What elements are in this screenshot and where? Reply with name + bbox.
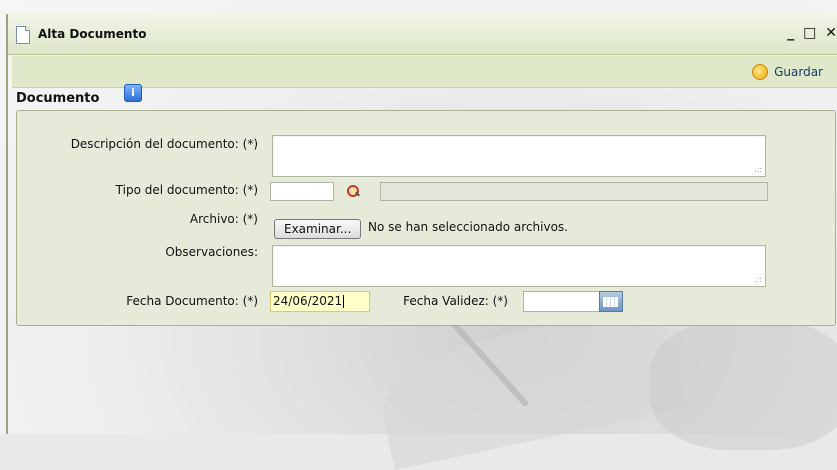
document-icon <box>16 26 30 44</box>
archivo-label: Archivo: (*) <box>189 212 258 226</box>
close-button[interactable]: ✕ <box>825 25 837 41</box>
window-controls: _ □ ✕ <box>787 25 837 41</box>
tipo-code-input[interactable] <box>270 182 334 201</box>
browse-button[interactable]: Examinar... <box>274 219 362 239</box>
save-button[interactable]: Guardar <box>752 64 823 80</box>
section-title: Documento <box>16 91 100 106</box>
info-icon[interactable]: i <box>124 84 142 102</box>
window-title: Alta Documento <box>38 27 147 41</box>
observaciones-textarea[interactable]: .:: <box>272 245 766 287</box>
fecha-validez-label: Fecha Validez: (*) <box>403 294 508 308</box>
tipo-label: Tipo del documento: (*) <box>115 183 258 197</box>
file-status: No se han seleccionado archivos. <box>368 220 568 234</box>
save-circle-icon <box>752 64 769 80</box>
fecha-documento-label: Fecha Documento: (*) <box>126 294 258 308</box>
maximize-button[interactable]: □ <box>803 25 818 41</box>
minimize-button[interactable]: _ <box>787 25 796 41</box>
tipo-description-input <box>380 182 768 201</box>
descripcion-textarea[interactable]: .:: <box>272 135 766 177</box>
observaciones-label: Observaciones: <box>165 245 258 259</box>
resize-grip-icon[interactable]: .:: <box>754 275 762 284</box>
title-bar[interactable]: Alta Documento _ □ ✕ <box>8 14 837 55</box>
save-label: Guardar <box>774 65 823 79</box>
calendar-icon[interactable] <box>599 291 623 312</box>
search-icon[interactable] <box>346 184 360 198</box>
fecha-validez-input[interactable] <box>523 291 601 312</box>
resize-grip-icon[interactable]: .:: <box>754 165 762 174</box>
descripcion-label: Descripción del documento: (*) <box>70 137 258 151</box>
